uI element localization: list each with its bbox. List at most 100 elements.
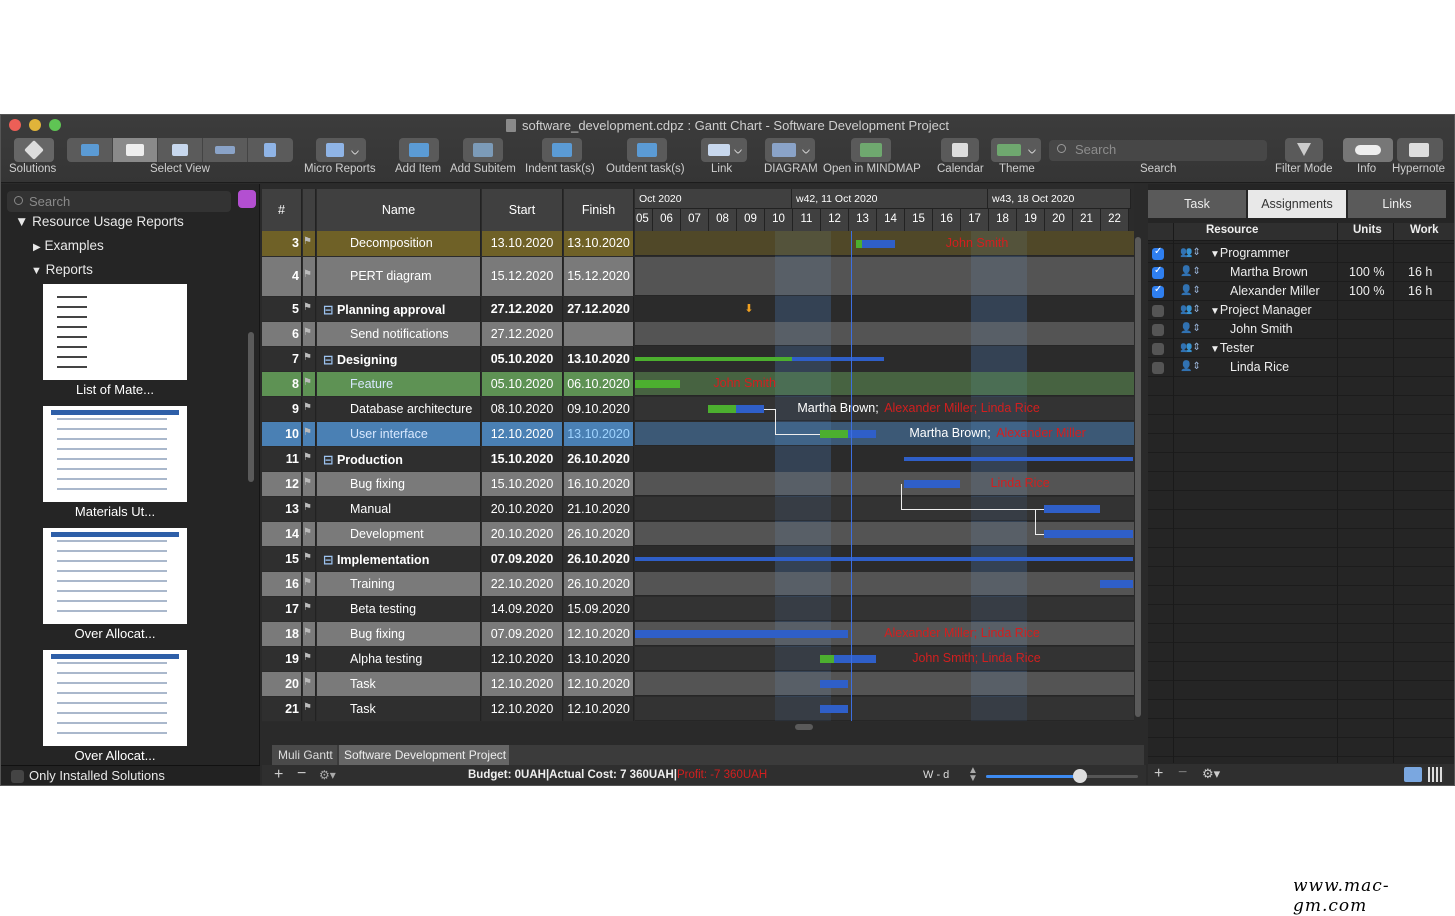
gantt-bar[interactable] xyxy=(819,655,834,663)
assignment-checkbox[interactable] xyxy=(1152,324,1164,336)
finish-date-cell[interactable]: 06.10.2020 xyxy=(564,372,634,396)
resource-group-row[interactable]: ▼Programmer xyxy=(1210,246,1289,260)
hypernote-button[interactable] xyxy=(1397,138,1443,162)
gantt-bar[interactable] xyxy=(707,405,736,413)
finish-date-cell[interactable] xyxy=(564,322,634,346)
gantt-bar[interactable] xyxy=(903,480,960,488)
task-name-cell[interactable]: ⊟ Planning approval xyxy=(317,297,481,321)
gantt-bar[interactable] xyxy=(791,357,885,361)
add-subitem-button[interactable] xyxy=(463,138,503,162)
tab-assignments[interactable]: Assignments xyxy=(1248,190,1346,218)
gantt-bar[interactable] xyxy=(819,430,848,438)
assignment-checkbox[interactable] xyxy=(1152,362,1164,374)
task-name-cell[interactable]: Bug fixing xyxy=(317,622,481,646)
task-name-cell[interactable]: Alpha testing xyxy=(317,647,481,671)
report-thumbnail[interactable] xyxy=(43,650,187,746)
work-cell[interactable]: 16 h xyxy=(1408,284,1432,298)
tab-muli-gantt[interactable]: Muli Gantt xyxy=(272,745,337,765)
task-name-cell[interactable]: ⊟ Production xyxy=(317,447,481,471)
finish-date-cell[interactable]: 12.10.2020 xyxy=(564,672,634,696)
assignment-checkbox[interactable] xyxy=(1152,343,1164,355)
row-number-cell[interactable]: 14 xyxy=(262,522,302,546)
gantt-bar[interactable] xyxy=(819,680,848,688)
disclosure-open-icon[interactable]: ▼ xyxy=(1210,344,1220,355)
resource-sheet-icon[interactable] xyxy=(1404,767,1422,782)
report-thumbnail[interactable] xyxy=(43,284,187,380)
finish-date-cell[interactable]: 16.10.2020 xyxy=(564,472,634,496)
start-date-cell[interactable]: 27.12.2020 xyxy=(482,297,563,321)
tree-item-reports[interactable]: ▼ Reports xyxy=(31,262,93,277)
disclosure-open-icon[interactable]: ▼ xyxy=(1210,306,1220,317)
row-number-cell[interactable]: 11 xyxy=(262,447,302,471)
resource-row[interactable]: Martha Brown xyxy=(1230,265,1308,279)
task-name-cell[interactable]: Feature xyxy=(317,372,481,396)
finish-date-cell[interactable]: 27.12.2020 xyxy=(564,297,634,321)
table-row[interactable]: 4 ⚑ PERT diagram 15.12.2020 15.12.2020 xyxy=(262,257,1134,296)
gantt-bar[interactable] xyxy=(635,557,1134,561)
finish-date-cell[interactable]: 09.10.2020 xyxy=(564,397,634,421)
row-flag-cell[interactable]: ⚑ xyxy=(303,497,316,521)
scale-stepper[interactable]: ▲ ▼ xyxy=(968,766,978,784)
row-number-cell[interactable]: 9 xyxy=(262,397,302,421)
start-date-cell[interactable]: 12.10.2020 xyxy=(482,697,563,721)
collapse-icon[interactable]: ⊟ xyxy=(323,353,337,367)
row-flag-cell[interactable]: ⚑ xyxy=(303,397,316,421)
tree-item-examples[interactable]: ▶ Examples xyxy=(33,238,104,253)
table-row[interactable]: 8 ⚑ Feature 05.10.2020 06.10.2020 xyxy=(262,372,1134,396)
row-number-cell[interactable]: 18 xyxy=(262,622,302,646)
start-date-cell[interactable]: 07.09.2020 xyxy=(482,622,563,646)
row-number-cell[interactable]: 15 xyxy=(262,547,302,571)
row-flag-cell[interactable]: ⚑ xyxy=(303,372,316,396)
resource-row[interactable]: Alexander Miller xyxy=(1230,284,1320,298)
finish-date-cell[interactable]: 26.10.2020 xyxy=(564,522,634,546)
outdent-button[interactable] xyxy=(627,138,667,162)
gantt-bar[interactable] xyxy=(635,630,848,638)
start-date-cell[interactable]: 12.10.2020 xyxy=(482,422,563,446)
row-number-cell[interactable]: 10 xyxy=(262,422,302,446)
tab-software-development-project[interactable]: Software Development Project xyxy=(339,745,509,765)
row-number-cell[interactable]: 21 xyxy=(262,697,302,721)
finish-date-cell[interactable]: 26.10.2020 xyxy=(564,572,634,596)
finish-date-cell[interactable]: 12.10.2020 xyxy=(564,622,634,646)
assignment-checkbox[interactable]: ✓ xyxy=(1152,284,1164,298)
start-date-cell[interactable]: 13.10.2020 xyxy=(482,231,563,256)
row-number-cell[interactable]: 4 xyxy=(262,257,302,296)
units-cell[interactable]: 100 % xyxy=(1349,284,1384,298)
start-date-cell[interactable]: 15.10.2020 xyxy=(482,472,563,496)
col-header-num[interactable]: # xyxy=(262,189,302,231)
row-number-cell[interactable]: 13 xyxy=(262,497,302,521)
resource-row[interactable]: John Smith xyxy=(1230,322,1293,336)
start-date-cell[interactable]: 12.10.2020 xyxy=(482,647,563,671)
theme-button[interactable] xyxy=(991,138,1041,162)
task-name-cell[interactable]: Send notifications xyxy=(317,322,481,346)
sidebar-scrollbar[interactable] xyxy=(248,332,254,482)
resource-group-row[interactable]: ▼Project Manager xyxy=(1210,303,1312,317)
report-thumbnail-label[interactable]: Over Allocat... xyxy=(43,748,187,763)
task-name-cell[interactable]: Decomposition xyxy=(317,231,481,256)
col-header-name[interactable]: Name xyxy=(317,189,481,231)
table-row[interactable]: 17 ⚑ Beta testing 14.09.2020 15.09.2020 xyxy=(262,597,1134,621)
collapse-icon[interactable]: ⊟ xyxy=(323,303,337,317)
row-number-cell[interactable]: 5 xyxy=(262,297,302,321)
gantt-bar[interactable] xyxy=(903,457,1134,461)
tree-item-resource-usage-reports[interactable]: ▼ Resource Usage Reports xyxy=(15,214,184,229)
indent-button[interactable] xyxy=(542,138,582,162)
solutions-button[interactable] xyxy=(14,138,54,162)
gantt-bar[interactable] xyxy=(1099,580,1134,588)
grid-view-icon[interactable] xyxy=(1428,767,1444,782)
start-date-cell[interactable]: 20.10.2020 xyxy=(482,497,563,521)
finish-date-cell[interactable]: 26.10.2020 xyxy=(564,547,634,571)
finish-date-cell[interactable]: 13.10.2020 xyxy=(564,231,634,256)
start-date-cell[interactable]: 22.10.2020 xyxy=(482,572,563,596)
finish-date-cell[interactable]: 15.09.2020 xyxy=(564,597,634,621)
row-flag-cell[interactable]: ⚑ xyxy=(303,257,316,296)
task-name-cell[interactable]: Development xyxy=(317,522,481,546)
only-installed-checkbox[interactable] xyxy=(11,770,24,783)
row-flag-cell[interactable]: ⚑ xyxy=(303,422,316,446)
task-name-cell[interactable]: Task xyxy=(317,697,481,721)
row-flag-cell[interactable]: ⚑ xyxy=(303,697,316,721)
table-row[interactable]: 14 ⚑ Development 20.10.2020 26.10.2020 xyxy=(262,522,1134,546)
view-report-button[interactable] xyxy=(248,138,293,162)
calendar-button[interactable] xyxy=(941,138,979,162)
sidebar-search-input[interactable]: Search xyxy=(7,191,231,212)
